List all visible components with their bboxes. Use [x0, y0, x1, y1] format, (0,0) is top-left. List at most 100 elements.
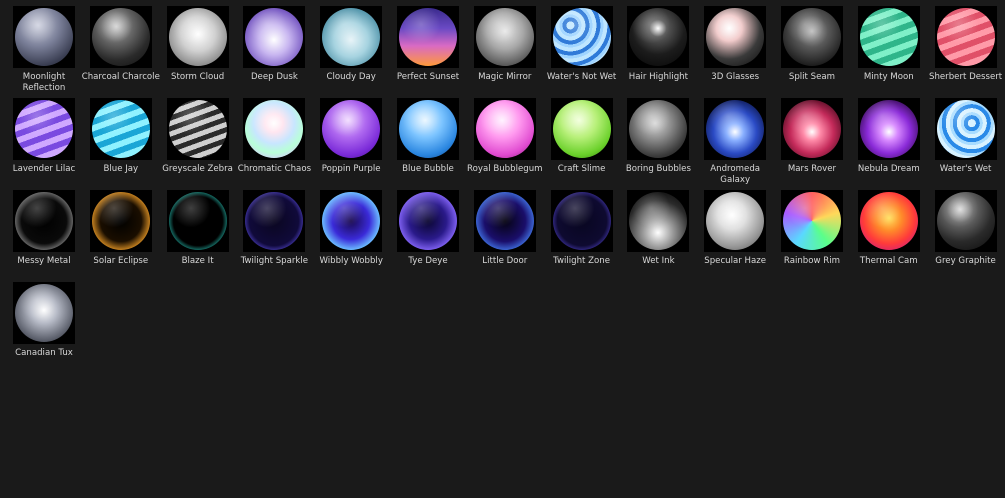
material-tile[interactable]: Cloudy Day	[320, 6, 383, 98]
material-thumbnail[interactable]	[13, 190, 75, 252]
material-tile[interactable]: Blue Bubble	[396, 98, 459, 190]
material-tile[interactable]: Specular Haze	[704, 190, 767, 282]
material-tile[interactable]: Chromatic Chaos	[238, 98, 311, 190]
material-tile[interactable]: Messy Metal	[13, 190, 75, 282]
material-thumbnail[interactable]	[550, 190, 613, 252]
material-tile[interactable]: Charcoal Charcole	[82, 6, 160, 98]
material-thumbnail[interactable]	[627, 98, 690, 160]
material-thumbnail[interactable]	[780, 98, 843, 160]
material-thumbnail[interactable]	[166, 6, 229, 68]
material-tile[interactable]: Wibbly Wobbly	[319, 190, 383, 282]
material-tile[interactable]: Split Seam	[780, 6, 843, 98]
cloudy-day-matcap	[322, 8, 381, 66]
material-tile[interactable]: Solar Eclipse	[89, 190, 152, 282]
material-tile[interactable]: Craft Slime	[550, 98, 613, 190]
material-tile[interactable]: Twilight Sparkle	[241, 190, 308, 282]
material-thumbnail[interactable]	[857, 6, 920, 68]
andromeda-galaxy-matcap	[706, 100, 765, 158]
material-thumbnail[interactable]	[243, 98, 306, 160]
specular-haze-matcap	[706, 192, 765, 250]
material-thumbnail[interactable]	[473, 190, 536, 252]
craft-slime-matcap	[552, 100, 611, 158]
material-tile[interactable]: Boring Bubbles	[626, 98, 691, 190]
material-thumbnail[interactable]	[704, 190, 767, 252]
material-tile[interactable]: Lavender Lilac	[13, 98, 75, 190]
material-thumbnail[interactable]	[934, 190, 997, 252]
material-tile[interactable]: Nebula Dream	[857, 98, 920, 190]
material-tile[interactable]: Rainbow Rim	[780, 190, 843, 282]
material-tile[interactable]: Mars Rover	[780, 98, 843, 190]
material-tile[interactable]: Greyscale Zebra	[162, 98, 233, 190]
material-tile[interactable]: Canadian Tux	[13, 282, 75, 374]
deep-dusk-matcap	[245, 8, 304, 66]
material-tile[interactable]: Deep Dusk	[243, 6, 306, 98]
material-tile[interactable]: 3D Glasses	[704, 6, 767, 98]
material-thumbnail[interactable]	[780, 190, 843, 252]
material-thumbnail[interactable]	[13, 6, 75, 68]
material-thumbnail[interactable]	[320, 190, 383, 252]
material-label: Thermal Cam	[859, 256, 918, 266]
material-tile[interactable]: Minty Moon	[857, 6, 920, 98]
material-tile[interactable]: Twilight Zone	[550, 190, 613, 282]
waters-wet-matcap	[936, 100, 995, 158]
messy-metal-matcap	[15, 192, 73, 250]
material-thumbnail[interactable]	[320, 98, 383, 160]
material-thumbnail[interactable]	[934, 6, 997, 68]
material-tile[interactable]: Water's Not Wet	[547, 6, 616, 98]
material-tile[interactable]: Andromeda Galaxy	[704, 98, 767, 190]
material-thumbnail[interactable]	[627, 190, 690, 252]
material-tile[interactable]: Royal Bubblegum	[467, 98, 543, 190]
material-thumbnail[interactable]	[473, 98, 536, 160]
material-thumbnail[interactable]	[396, 98, 459, 160]
material-thumbnail[interactable]	[704, 98, 767, 160]
material-label: Andromeda Galaxy	[710, 164, 761, 185]
charcoal-matcap	[91, 8, 150, 66]
material-tile[interactable]: Thermal Cam	[857, 190, 920, 282]
material-thumbnail[interactable]	[627, 6, 690, 68]
material-thumbnail[interactable]	[934, 98, 997, 160]
material-label: Tye Deye	[408, 256, 448, 266]
material-thumbnail[interactable]	[13, 98, 75, 160]
material-thumbnail[interactable]	[320, 6, 383, 68]
material-label: Canadian Tux	[15, 348, 73, 358]
material-tile[interactable]: Poppin Purple	[320, 98, 383, 190]
material-tile[interactable]: Hair Highlight	[627, 6, 690, 98]
material-thumbnail[interactable]	[89, 6, 152, 68]
material-tile[interactable]: Magic Mirror	[473, 6, 536, 98]
material-thumbnail[interactable]	[550, 6, 613, 68]
material-tile[interactable]: Perfect Sunset	[397, 6, 459, 98]
material-thumbnail[interactable]	[396, 190, 459, 252]
material-thumbnail[interactable]	[704, 6, 767, 68]
material-tile[interactable]: Little Door	[473, 190, 536, 282]
material-thumbnail[interactable]	[396, 6, 459, 68]
3d-glasses-matcap	[706, 8, 765, 66]
material-thumbnail[interactable]	[243, 6, 306, 68]
canadian-tux-matcap	[15, 284, 73, 342]
material-label: Blaze It	[181, 256, 214, 266]
material-tile[interactable]: Grey Graphite	[934, 190, 997, 282]
material-thumbnail[interactable]	[473, 6, 536, 68]
material-thumbnail[interactable]	[857, 190, 920, 252]
material-thumbnail[interactable]	[243, 190, 306, 252]
material-tile[interactable]: Water's Wet	[934, 98, 997, 190]
material-thumbnail[interactable]	[780, 6, 843, 68]
material-thumbnail[interactable]	[550, 98, 613, 160]
material-thumbnail[interactable]	[13, 282, 75, 344]
material-thumbnail[interactable]	[857, 98, 920, 160]
material-thumbnail[interactable]	[166, 98, 229, 160]
material-tile[interactable]: Blaze It	[166, 190, 229, 282]
material-tile[interactable]: Sherbert Dessert	[929, 6, 1002, 98]
material-thumbnail[interactable]	[89, 98, 152, 160]
material-tile[interactable]: Moonlight Reflection	[13, 6, 75, 98]
material-label: Deep Dusk	[250, 72, 298, 82]
material-tile[interactable]: Blue Jay	[89, 98, 152, 190]
material-tile[interactable]: Storm Cloud	[166, 6, 229, 98]
material-tile[interactable]: Tye Deye	[396, 190, 459, 282]
perfect-sunset-matcap	[398, 8, 457, 66]
material-thumbnail[interactable]	[89, 190, 152, 252]
material-label: Minty Moon	[863, 72, 914, 82]
material-thumbnail[interactable]	[166, 190, 229, 252]
material-tile[interactable]: Wet Ink	[627, 190, 690, 282]
greyscale-zebra-matcap	[168, 100, 227, 158]
moonlight-reflection-matcap	[15, 8, 73, 66]
